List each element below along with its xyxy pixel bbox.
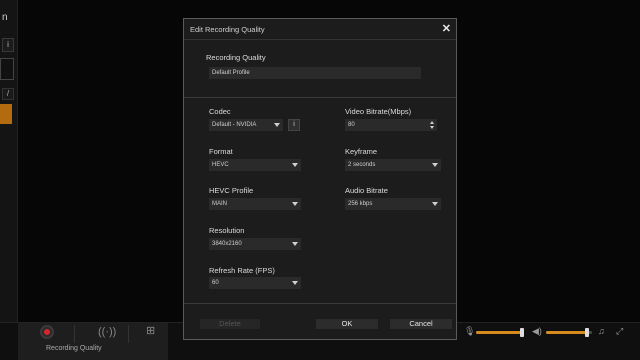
chevron-down-icon [292,281,298,285]
divider [184,97,456,98]
refresh-rate-select[interactable]: 60 [209,277,301,289]
close-icon[interactable]: ✕ [442,22,451,35]
delete-button[interactable]: Delete [200,319,260,329]
recording-quality-heading: Recording Quality [206,53,266,62]
format-label: Format [209,147,233,156]
active-indicator [0,104,12,124]
chevron-down-icon [292,163,298,167]
speaker-volume-knob[interactable] [585,328,590,337]
edit-recording-quality-dialog: Edit Recording Quality ✕ Recording Quali… [183,18,457,340]
speaker-icon[interactable]: ◀) [532,326,542,337]
headphones-icon[interactable]: ♫ [598,326,605,336]
audio-controls: 🎙 ◀) ♫ ⤢ [460,323,640,343]
resolution-value: 3840x2160 [212,241,242,247]
mic-volume-slider[interactable] [476,328,524,337]
hevc-profile-select[interactable]: MAIN [209,198,301,210]
hevc-profile-label: HEVC Profile [209,186,254,195]
record-button[interactable] [40,325,54,339]
left-panel-box[interactable] [0,58,14,80]
divider [74,325,75,343]
video-bitrate-stepper[interactable]: 80 [345,119,437,131]
recording-quality-label: Recording Quality [46,345,102,352]
chevron-down-icon [432,163,438,167]
chevron-down-icon [274,123,280,127]
speaker-volume-slider[interactable] [546,328,592,337]
codec-label: Codec [209,107,231,116]
format-value: HEVC [212,162,229,168]
dialog-title: Edit Recording Quality [190,25,265,34]
divider [184,39,456,40]
hevc-profile-value: MAIN [212,201,227,207]
codec-value: Default - NVIDIA [212,122,257,128]
left-panel: n i / [0,0,18,322]
refresh-rate-label: Refresh Rate (FPS) [209,266,275,275]
left-panel-text: n [2,12,8,23]
info-icon[interactable]: i [2,38,14,52]
codec-info-button[interactable]: i [288,119,300,131]
chevron-down-icon[interactable] [430,126,434,129]
keyframe-select[interactable]: 2 seconds [345,159,441,171]
audio-bitrate-value: 256 kbps [348,201,373,207]
microphone-icon[interactable]: 🎙 [464,326,475,337]
chevron-down-icon [432,202,438,206]
video-bitrate-label: Video Bitrate(Mbps) [345,107,412,116]
divider [128,325,129,343]
ok-button[interactable]: OK [316,319,378,329]
audio-bitrate-label: Audio Bitrate [345,186,388,195]
mic-volume-knob[interactable] [519,328,524,337]
network-icon[interactable]: ⊞ [146,324,155,337]
audio-bitrate-select[interactable]: 256 kbps [345,198,441,210]
resolution-label: Resolution [209,226,245,235]
keyframe-label: Keyframe [345,147,378,156]
recording-panel: ((·)) ⊞ Recording Quality [18,323,168,360]
chevron-down-icon [292,202,298,206]
keyframe-value: 2 seconds [348,162,376,168]
chevron-up-icon[interactable] [430,121,434,124]
speaker-volume-fill [546,331,588,334]
codec-select[interactable]: Default - NVIDIA [209,119,283,131]
divider [184,303,456,304]
format-select[interactable]: HEVC [209,159,301,171]
profile-name-input[interactable]: Default Profile [209,67,421,79]
resolution-select[interactable]: 3840x2160 [209,238,301,250]
chevron-down-icon [292,242,298,246]
mic-volume-fill [476,331,522,334]
refresh-rate-value: 60 [212,280,219,286]
edit-icon[interactable]: / [2,88,14,100]
broadcast-icon[interactable]: ((·)) [98,326,116,338]
video-bitrate-value: 80 [348,122,355,128]
expand-icon[interactable]: ⤢ [616,326,623,337]
cancel-button[interactable]: Cancel [390,319,452,329]
